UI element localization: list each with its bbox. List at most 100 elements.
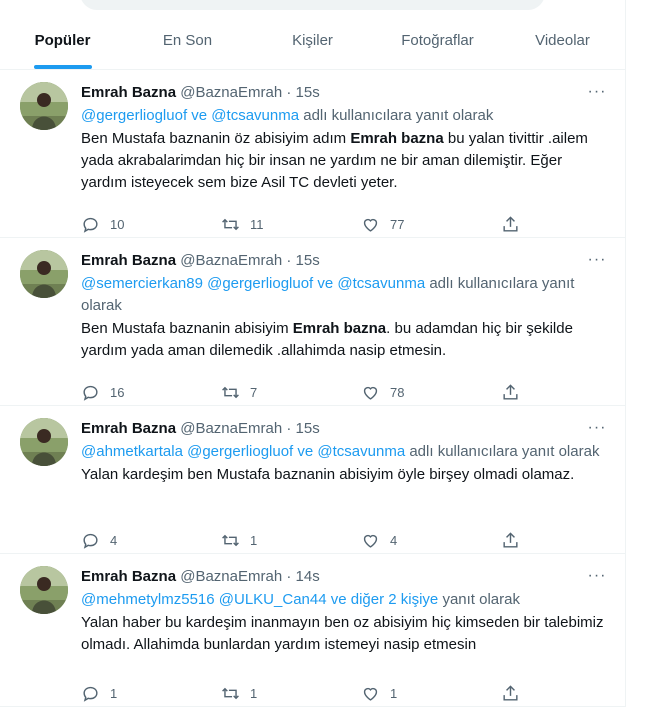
reply-count: 4 [110,532,118,548]
reply-suffix: yanıt olarak [438,591,520,608]
retweet-button[interactable]: 11 [221,215,321,234]
tweet-text: Ben Mustafa baznanin öz abisiyim adım Em… [81,128,611,194]
tweet-text-part: Yalan haber bu kardeşim inanmayın ben oz… [81,614,604,653]
like-count: 4 [390,532,398,548]
tweet-time[interactable]: 14s [296,568,320,585]
like-count: 77 [390,216,405,232]
retweet-button[interactable]: 1 [221,531,321,550]
tab-popular[interactable]: Popüler [0,0,125,69]
reply-suffix: adlı kullanıcılara yanıt olarak [299,107,494,124]
share-upload-icon [503,383,518,400]
tweet-text-part: Yalan kardeşim ben Mustafa baznanin abis… [81,466,575,483]
reply-button[interactable]: 10 [81,215,181,234]
reply-mentions[interactable]: @semercierkan89 @gergerliogluof ve @tcsa… [81,275,425,292]
reply-context: @semercierkan89 @gergerliogluof ve @tcsa… [81,273,611,317]
author-handle[interactable]: @BaznaEmrah [180,568,282,585]
tweet-text: Ben Mustafa baznanin abisiyim Emrah bazn… [81,318,611,362]
reply-bubble-icon [83,217,98,233]
reply-count: 1 [110,685,118,701]
tab-label: Fotoğraflar [401,32,474,49]
tweet-content: Emrah Bazna @BaznaEmrah · 15s @ahmetkart… [81,419,611,486]
like-button[interactable]: 4 [361,531,461,550]
tab-label: En Son [162,32,213,49]
reply-context: @mehmetylmz5516 @ULKU_Can44 ve diğer 2 k… [81,589,611,611]
separator-dot: · [286,568,292,585]
like-count: 78 [390,384,405,400]
author-name[interactable]: Emrah Bazna [81,84,176,101]
tweet-text-bold: Emrah bazna [292,320,387,337]
avatar[interactable] [20,566,68,614]
tab-label: Videolar [535,32,590,49]
share-upload-icon [503,215,518,232]
heart-icon [363,386,378,400]
share-button[interactable] [501,383,521,402]
tweet-time[interactable]: 15s [296,84,320,101]
author-handle[interactable]: @BaznaEmrah [180,420,282,437]
active-tab-indicator [33,65,92,69]
avatar-photo-icon [20,566,68,614]
tweet[interactable]: ··· Emrah Bazna @BaznaEmrah · 14s @mehme… [0,554,625,707]
tweet[interactable]: ··· Emrah Bazna @BaznaEmrah · 15s @semer… [0,238,625,406]
tweet-header: Emrah Bazna @BaznaEmrah · 15s [81,419,611,439]
reply-button[interactable]: 16 [81,383,181,402]
share-button[interactable] [501,531,521,550]
avatar-photo-icon [20,418,68,466]
reply-count: 16 [110,384,125,400]
share-upload-icon [503,531,518,548]
reply-suffix: adlı kullanıcılara yanıt olarak [405,443,600,460]
separator-dot: · [286,84,292,101]
share-upload-icon [503,684,518,701]
tab-photos[interactable]: Fotoğraflar [375,0,500,69]
reply-mentions[interactable]: @ahmetkartala @gergerliogluof ve @tcsavu… [81,443,405,460]
tab-label: Kişiler [292,32,333,49]
author-name[interactable]: Emrah Bazna [81,420,176,437]
retweet-button[interactable]: 7 [221,383,321,402]
tweet-content: Emrah Bazna @BaznaEmrah · 14s @mehmetylm… [81,567,611,656]
tab-label: Popüler [34,32,91,49]
tweet[interactable]: ··· Emrah Bazna @BaznaEmrah · 15s @ahmet… [0,406,625,554]
column-divider [625,0,626,707]
author-name[interactable]: Emrah Bazna [81,252,176,269]
tweet-text-part: Ben Mustafa baznanin abisiyim [81,320,293,337]
retweet-count: 7 [250,384,258,400]
author-handle[interactable]: @BaznaEmrah [180,84,282,101]
author-handle[interactable]: @BaznaEmrah [180,252,282,269]
tweet-time[interactable]: 15s [296,420,320,437]
tweet-text-bold: Emrah bazna [350,130,444,147]
avatar[interactable] [20,418,68,466]
retweet-button[interactable]: 1 [221,684,321,703]
separator-dot: · [286,252,292,269]
share-button[interactable] [501,684,521,703]
reply-mentions[interactable]: @mehmetylmz5516 @ULKU_Can44 ve diğer 2 k… [81,591,438,608]
author-name[interactable]: Emrah Bazna [81,568,176,585]
avatar-photo-icon [20,82,68,130]
tab-latest[interactable]: En Son [125,0,250,69]
avatar-photo-icon [20,250,68,298]
tweet-header: Emrah Bazna @BaznaEmrah · 14s [81,567,611,587]
share-button[interactable] [501,215,521,234]
tab-people[interactable]: Kişiler [250,0,375,69]
reply-bubble-icon [83,686,98,702]
like-button[interactable]: 77 [361,215,461,234]
tweet-header: Emrah Bazna @BaznaEmrah · 15s [81,251,611,271]
tweet-content: Emrah Bazna @BaznaEmrah · 15s @semercier… [81,251,611,362]
reply-bubble-icon [83,533,98,549]
tweet-text: Yalan kardeşim ben Mustafa baznanin abis… [81,464,611,486]
reply-button[interactable]: 4 [81,531,181,550]
retweet-count: 1 [250,685,258,701]
like-button[interactable]: 1 [361,684,461,703]
avatar[interactable] [20,250,68,298]
tweet-time[interactable]: 15s [296,252,320,269]
heart-icon [363,687,378,701]
tweet[interactable]: ··· Emrah Bazna @BaznaEmrah · 15s @gerge… [0,70,625,238]
heart-icon [363,534,378,548]
retweet-count: 11 [250,216,264,232]
tab-videos[interactable]: Videolar [500,0,625,69]
like-button[interactable]: 78 [361,383,461,402]
avatar[interactable] [20,82,68,130]
reply-bubble-icon [83,385,98,401]
reply-mentions[interactable]: @gergerliogluof ve @tcsavunma [81,107,299,124]
reply-button[interactable]: 1 [81,684,181,703]
reply-context: @gergerliogluof ve @tcsavunma adlı kulla… [81,105,611,127]
reply-count: 10 [110,216,125,232]
